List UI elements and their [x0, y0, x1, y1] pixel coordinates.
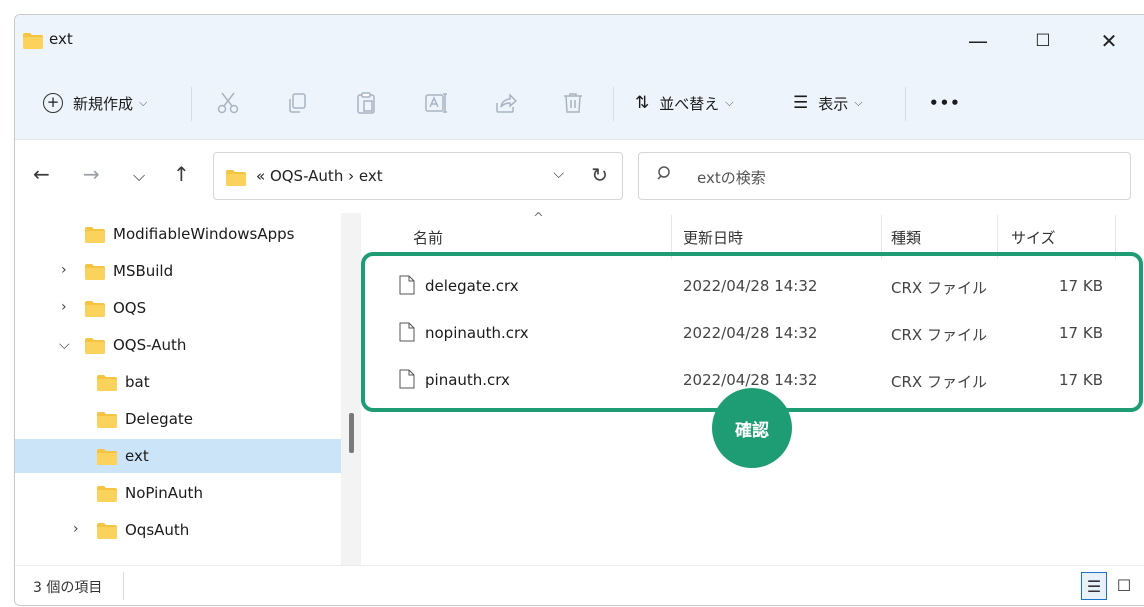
- sidebar-item-nopinauth[interactable]: NoPinAuth: [15, 476, 341, 510]
- forward-arrow-icon[interactable]: →: [83, 162, 100, 186]
- folder-icon: [97, 486, 117, 506]
- folder-icon: [85, 338, 105, 358]
- folder-icon: [85, 264, 105, 284]
- command-bar: + 新規作成 ⌵ ⇅ 並べ替え ⌵ ☰ 表示 ⌵ •••: [15, 67, 1144, 140]
- new-button-label: 新規作成: [73, 94, 134, 113]
- folder-icon: [97, 375, 117, 395]
- chevron-down-icon[interactable]: ⌵: [59, 337, 70, 353]
- share-icon[interactable]: [493, 91, 519, 115]
- sidebar-item-modifiablewindowsapps[interactable]: ModifiableWindowsApps: [15, 217, 341, 251]
- column-header-date[interactable]: 更新日時: [683, 227, 743, 248]
- window-title: ext: [49, 30, 73, 48]
- column-header-name[interactable]: 名前: [413, 227, 443, 248]
- chevron-down-icon: ⌵: [854, 96, 863, 109]
- view-lines-icon: ☰: [793, 93, 809, 113]
- chevron-right-icon[interactable]: ›: [73, 521, 79, 537]
- folder-icon: [226, 170, 246, 190]
- item-count: 3 個の項目: [33, 580, 103, 596]
- sidebar-item-oqs-auth[interactable]: ⌵ OQS-Auth: [15, 328, 341, 362]
- chevron-right-icon[interactable]: ›: [61, 299, 67, 315]
- cut-icon[interactable]: [215, 91, 241, 115]
- sidebar-item-label: ext: [125, 447, 149, 465]
- rename-icon[interactable]: [423, 91, 449, 115]
- back-arrow-icon[interactable]: ←: [33, 162, 50, 186]
- search-placeholder[interactable]: extの検索: [697, 167, 766, 188]
- refresh-icon[interactable]: ↻: [591, 163, 608, 187]
- sidebar-item-label: ModifiableWindowsApps: [113, 225, 295, 243]
- address-row: ← → ⌵ ↑ « OQS-Auth › ext ⌵ ↻ extの検索: [15, 140, 1144, 212]
- plus-circle-icon: +: [43, 93, 63, 113]
- search-box[interactable]: extの検索: [638, 152, 1131, 200]
- navigation-pane: ModifiableWindowsApps › MSBuild › OQS ⌵ …: [15, 213, 341, 565]
- sidebar-item-label: OQS-Auth: [113, 336, 187, 354]
- folder-icon: [85, 227, 105, 247]
- sidebar-item-label: NoPinAuth: [125, 484, 203, 502]
- sidebar-item-label: bat: [125, 373, 150, 391]
- sort-icon: ⇅: [635, 93, 650, 113]
- address-bar[interactable]: « OQS-Auth › ext ⌵ ↻: [213, 152, 623, 200]
- confirm-badge: 確認: [712, 388, 792, 468]
- breadcrumb[interactable]: « OQS-Auth › ext: [256, 167, 383, 185]
- recent-locations-icon[interactable]: ⌵: [133, 166, 145, 186]
- chevron-down-icon: ⌵: [139, 96, 148, 109]
- title-bar: ext — ☐ ✕: [15, 15, 1144, 67]
- folder-icon: [23, 33, 43, 53]
- search-icon: [657, 165, 673, 185]
- folder-icon: [85, 301, 105, 321]
- sidebar-item-ext[interactable]: ext: [15, 439, 341, 473]
- details-view-icon[interactable]: ☰: [1081, 572, 1107, 600]
- new-button[interactable]: + 新規作成 ⌵: [43, 89, 147, 117]
- scrollbar-thumb[interactable]: [349, 413, 354, 453]
- minimize-button[interactable]: —: [955, 25, 1001, 57]
- folder-icon: [97, 523, 117, 543]
- file-explorer-window: ext — ☐ ✕ + 新規作成 ⌵ ⇅ 並べ替え ⌵ ☰ 表示 ⌵ ••• ←…: [14, 14, 1144, 606]
- status-bar: 3 個の項目 ☰ ☐: [15, 565, 1144, 605]
- column-header-size[interactable]: サイズ: [1011, 227, 1056, 248]
- sidebar-item-msbuild[interactable]: › MSBuild: [15, 254, 341, 288]
- chevron-down-icon: ⌵: [725, 96, 734, 109]
- view-button[interactable]: ☰ 表示 ⌵: [793, 89, 863, 117]
- sidebar-item-label: OQS: [113, 299, 147, 317]
- sort-ascending-icon: ^: [533, 211, 544, 226]
- sidebar-item-label: MSBuild: [113, 262, 174, 280]
- view-button-label: 表示: [818, 94, 849, 113]
- copy-icon[interactable]: [285, 91, 311, 115]
- sidebar-item-oqsauth[interactable]: › OqsAuth: [15, 513, 341, 547]
- column-header-type[interactable]: 種類: [891, 227, 921, 248]
- folder-icon: [97, 412, 117, 432]
- tiles-view-icon[interactable]: ☐: [1111, 572, 1137, 600]
- sort-button-label: 並べ替え: [659, 94, 720, 113]
- sidebar-item-label: Delegate: [125, 410, 193, 428]
- delete-icon[interactable]: [560, 91, 586, 115]
- maximize-button[interactable]: ☐: [1020, 25, 1066, 57]
- sidebar-item-oqs[interactable]: › OQS: [15, 291, 341, 325]
- paste-icon[interactable]: [353, 91, 379, 115]
- up-arrow-icon[interactable]: ↑: [173, 162, 190, 186]
- sidebar-item-label: OqsAuth: [125, 521, 190, 539]
- chevron-right-icon[interactable]: ›: [61, 262, 67, 278]
- sidebar-item-bat[interactable]: bat: [15, 365, 341, 399]
- chevron-down-icon[interactable]: ⌵: [553, 166, 564, 182]
- sidebar-scrollbar[interactable]: [341, 213, 361, 565]
- more-options-button[interactable]: •••: [929, 89, 961, 117]
- folder-icon: [97, 449, 117, 469]
- sort-button[interactable]: ⇅ 並べ替え ⌵: [635, 89, 734, 117]
- close-button[interactable]: ✕: [1086, 25, 1132, 57]
- sidebar-item-delegate[interactable]: Delegate: [15, 402, 341, 436]
